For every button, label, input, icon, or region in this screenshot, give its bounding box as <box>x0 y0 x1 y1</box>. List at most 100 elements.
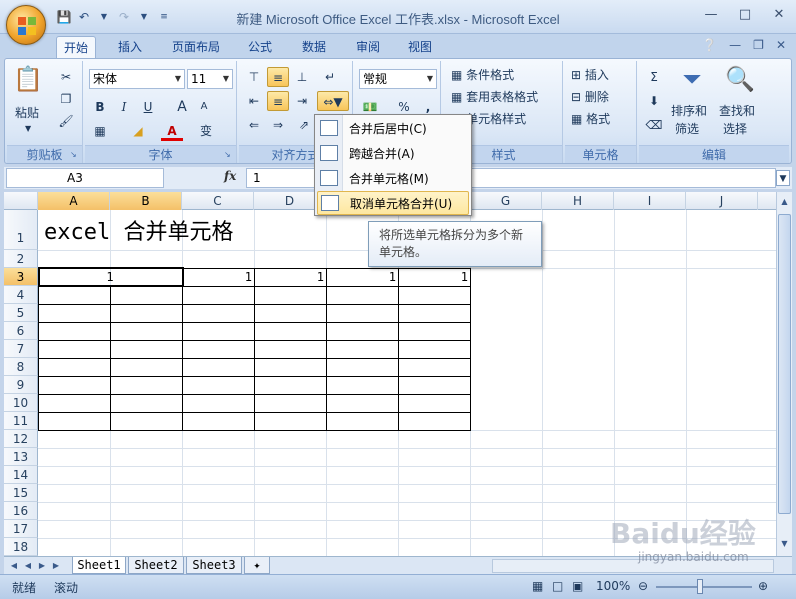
dialog-launcher-icon[interactable]: ↘ <box>224 150 234 160</box>
insert-function-icon[interactable]: fx <box>224 169 236 183</box>
column-header[interactable]: J <box>686 192 758 210</box>
menu-item-merge-across[interactable]: 跨越合并(A) <box>317 142 469 166</box>
tab-page-layout[interactable]: 页面布局 <box>164 36 228 58</box>
grow-font-button[interactable]: A <box>171 97 193 117</box>
sheet-tab-1[interactable]: Sheet1 <box>72 557 126 574</box>
row-header[interactable]: 1 <box>4 210 38 250</box>
borders-icon[interactable]: ▦ <box>89 121 111 141</box>
tab-home[interactable]: 开始 <box>56 36 96 58</box>
menu-item-merge-center[interactable]: 合并后居中(C) <box>317 117 469 141</box>
cell-c3[interactable]: 1 <box>182 268 252 286</box>
merge-center-icon[interactable]: ⇔▼ <box>317 91 349 111</box>
align-left-icon[interactable]: ⇤ <box>243 91 265 111</box>
zoom-level[interactable]: 100% <box>596 579 630 593</box>
column-header[interactable]: I <box>614 192 686 210</box>
zoom-out-icon[interactable]: ⊖ <box>638 579 648 593</box>
page-break-view-icon[interactable]: ▣ <box>572 579 583 593</box>
row-header[interactable]: 6 <box>4 322 38 340</box>
tab-insert[interactable]: 插入 <box>108 36 152 58</box>
column-header[interactable]: A <box>38 192 110 210</box>
sort-filter-label-1[interactable]: 排序和 <box>671 101 707 121</box>
format-cells-button[interactable]: ▦ 格式 <box>571 109 610 129</box>
column-header[interactable]: H <box>542 192 614 210</box>
last-sheet-icon[interactable]: ▶ <box>50 559 62 573</box>
next-sheet-icon[interactable]: ▶ <box>36 559 48 573</box>
tab-data[interactable]: 数据 <box>292 36 336 58</box>
scrollbar-thumb[interactable] <box>778 214 791 514</box>
row-header[interactable]: 12 <box>4 430 38 448</box>
autosum-icon[interactable]: Σ <box>643 67 665 87</box>
row-header[interactable]: 15 <box>4 484 38 502</box>
cut-icon[interactable]: ✂ <box>55 67 77 87</box>
paste-icon[interactable]: 📋 <box>11 65 45 99</box>
find-select-label-1[interactable]: 查找和 <box>719 101 755 121</box>
align-right-icon[interactable]: ⇥ <box>291 91 313 111</box>
office-button[interactable] <box>6 5 46 45</box>
font-name-select[interactable]: 宋体 ▼ <box>89 69 185 89</box>
maximize-icon[interactable]: □ <box>736 6 754 24</box>
zoom-in-icon[interactable]: ⊕ <box>758 579 768 593</box>
vertical-scrollbar[interactable]: ▲ ▼ <box>776 192 792 556</box>
row-header[interactable]: 13 <box>4 448 38 466</box>
normal-view-icon[interactable]: ▦ <box>532 579 543 593</box>
help-icon[interactable]: ❔ <box>702 38 717 52</box>
row-header[interactable]: 4 <box>4 286 38 304</box>
font-size-select[interactable]: 11 ▼ <box>187 69 233 89</box>
cell-e3[interactable]: 1 <box>326 268 396 286</box>
zoom-slider[interactable] <box>656 586 752 588</box>
conditional-format-button[interactable]: ▦ 条件格式 <box>451 65 514 85</box>
restore-icon[interactable]: ❐ <box>753 38 764 52</box>
shrink-font-button[interactable]: A <box>193 97 215 117</box>
cell-a3[interactable]: 1 <box>38 268 182 286</box>
close-icon[interactable]: ✕ <box>770 6 788 24</box>
minimize-icon[interactable]: — <box>702 6 720 24</box>
font-color-button[interactable]: A <box>161 121 183 141</box>
orientation-icon[interactable]: ⇗ <box>293 115 315 135</box>
copy-icon[interactable]: ❐ <box>55 89 77 109</box>
column-header[interactable]: G <box>470 192 542 210</box>
sort-filter-icon[interactable]: ⏷ <box>677 65 707 95</box>
row-header[interactable]: 11 <box>4 412 38 430</box>
column-header[interactable]: C <box>182 192 254 210</box>
row-header[interactable]: 8 <box>4 358 38 376</box>
italic-button[interactable]: I <box>113 97 135 117</box>
name-box[interactable]: A3 <box>6 168 164 188</box>
minimize-icon[interactable]: — <box>729 38 741 52</box>
row-header[interactable]: 17 <box>4 520 38 538</box>
row-header[interactable]: 5 <box>4 304 38 322</box>
clear-icon[interactable]: ⌫ <box>643 115 665 135</box>
chevron-down-icon[interactable]: ▼ <box>25 119 31 139</box>
first-sheet-icon[interactable]: ◀ <box>8 559 20 573</box>
row-header[interactable]: 3 <box>4 268 38 286</box>
tab-view[interactable]: 视图 <box>398 36 442 58</box>
insert-cells-button[interactable]: ⊞ 插入 <box>571 65 609 85</box>
increase-indent-icon[interactable]: ⇒ <box>267 115 289 135</box>
fill-color-icon[interactable]: ◢ <box>127 121 149 141</box>
format-painter-icon[interactable]: 🖌 <box>55 111 77 131</box>
scroll-up-icon[interactable]: ▲ <box>778 194 791 210</box>
bold-button[interactable]: B <box>89 97 111 117</box>
title-cell[interactable]: excel 合并单元格 <box>44 214 233 246</box>
decrease-indent-icon[interactable]: ⇐ <box>243 115 265 135</box>
sheet-tab-3[interactable]: Sheet3 <box>186 557 242 574</box>
number-format-select[interactable]: 常规 ▼ <box>359 69 437 89</box>
row-header[interactable]: 10 <box>4 394 38 412</box>
zoom-slider-thumb[interactable] <box>697 579 703 594</box>
close-icon[interactable]: ✕ <box>776 38 786 52</box>
cell-d3[interactable]: 1 <box>254 268 324 286</box>
align-center-icon[interactable]: ≡ <box>267 91 289 111</box>
tab-review[interactable]: 审阅 <box>346 36 390 58</box>
align-bottom-icon[interactable]: ⊥ <box>291 67 313 87</box>
row-header[interactable]: 16 <box>4 502 38 520</box>
new-sheet-icon[interactable]: ✦ <box>244 557 270 574</box>
table-format-button[interactable]: ▦ 套用表格格式 <box>451 87 538 107</box>
sort-filter-label-2[interactable]: 筛选 <box>675 119 699 139</box>
align-top-icon[interactable]: ⊤ <box>243 67 265 87</box>
row-header[interactable]: 18 <box>4 538 38 556</box>
select-all-corner[interactable] <box>4 192 38 210</box>
row-header[interactable]: 14 <box>4 466 38 484</box>
tab-formulas[interactable]: 公式 <box>238 36 282 58</box>
dialog-launcher-icon[interactable]: ↘ <box>70 150 80 160</box>
sheet-tab-2[interactable]: Sheet2 <box>128 557 184 574</box>
row-header[interactable]: 2 <box>4 250 38 268</box>
